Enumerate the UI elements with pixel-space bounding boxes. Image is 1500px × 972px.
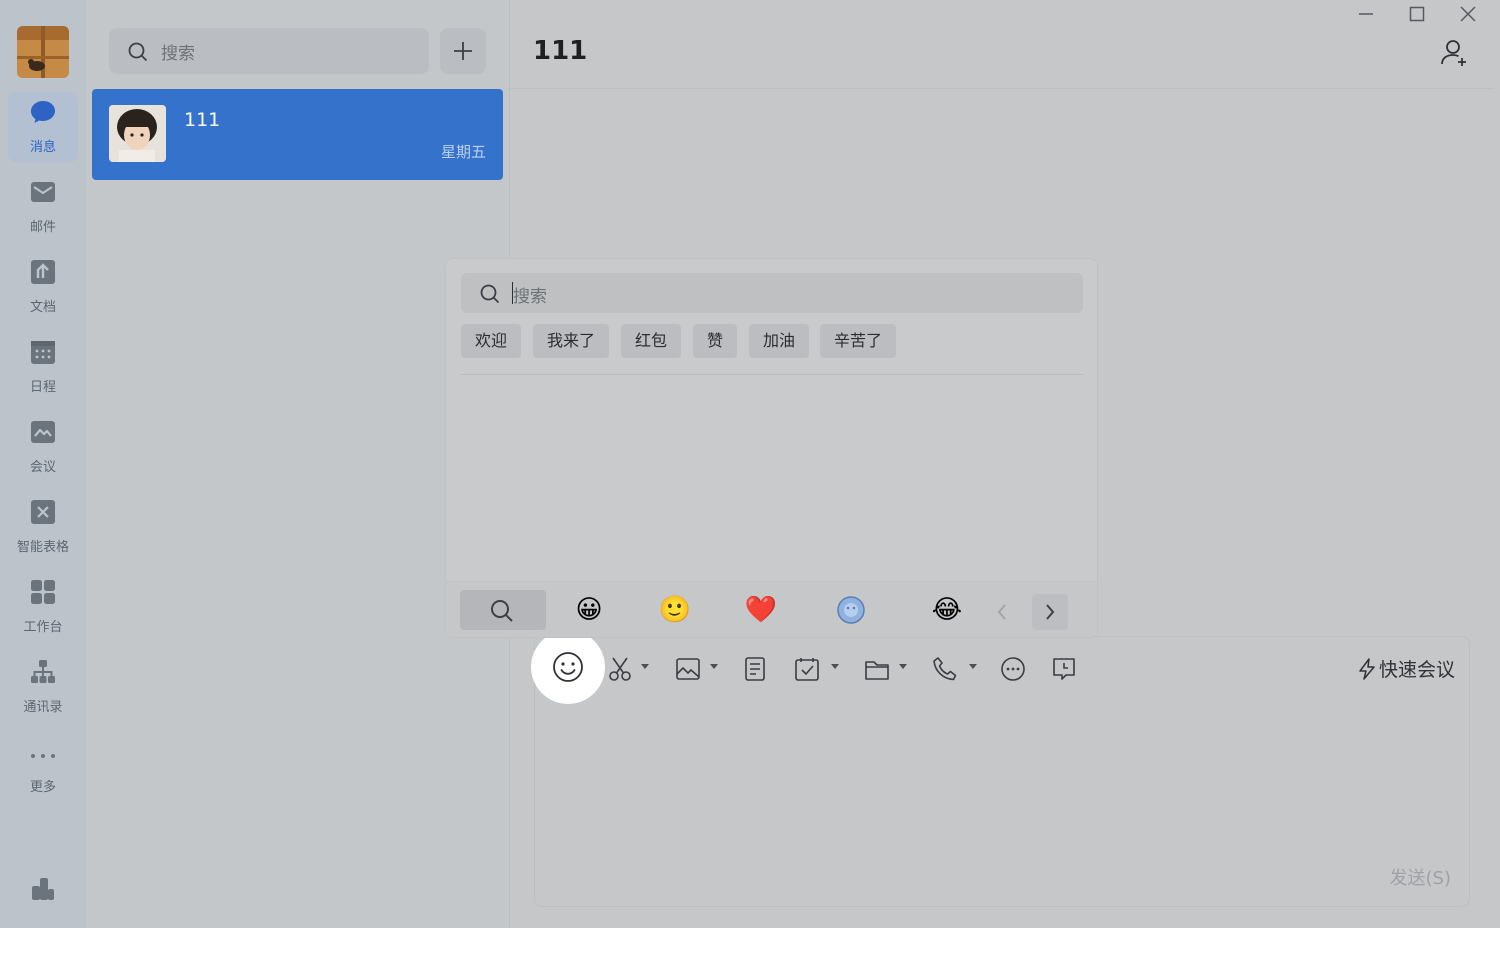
more-dots-icon bbox=[31, 754, 55, 758]
conversation-avatar bbox=[109, 105, 166, 162]
conversation-search-input[interactable]: 搜索 bbox=[109, 28, 429, 74]
quick-meeting-button[interactable]: 快速会议 bbox=[1357, 655, 1455, 682]
more-circle-icon[interactable] bbox=[999, 655, 1027, 683]
conversation-name: 111 bbox=[184, 109, 221, 131]
search-icon bbox=[491, 600, 513, 622]
sticker-pack-icon bbox=[837, 596, 865, 624]
nav-label-docs: 文档 bbox=[29, 300, 56, 315]
tabs-next-button[interactable] bbox=[1032, 594, 1068, 630]
maximize-icon[interactable] bbox=[1407, 4, 1427, 24]
minimize-icon[interactable] bbox=[1356, 4, 1376, 24]
tab-grinning-face[interactable]: 😀 bbox=[546, 590, 632, 630]
stats-chart-icon[interactable] bbox=[30, 876, 56, 902]
nav-label-calendar: 日程 bbox=[29, 380, 56, 395]
todo-check-icon[interactable] bbox=[793, 655, 821, 683]
chat-bubble-icon bbox=[31, 101, 55, 123]
nav-label-mail: 邮件 bbox=[29, 220, 56, 235]
document-file-icon[interactable] bbox=[741, 655, 769, 683]
chat-header: 111 bbox=[510, 0, 1494, 89]
conversation-item[interactable]: 111 星期五 bbox=[92, 89, 503, 180]
tab-slight-smile[interactable]: 🙂 bbox=[632, 590, 718, 630]
nav-rail: 消息 邮件 文档 日程 会议 智能表格 工作台 通讯录 更多 bbox=[0, 0, 86, 928]
nav-label-more: 更多 bbox=[29, 780, 56, 795]
image-icon[interactable] bbox=[674, 655, 702, 683]
tab-laughing-face[interactable]: 😂 bbox=[904, 590, 990, 630]
popup-divider bbox=[461, 374, 1083, 375]
meeting-icon bbox=[31, 421, 55, 443]
nav-item-mail[interactable]: 邮件 bbox=[8, 172, 78, 242]
search-icon bbox=[480, 284, 500, 304]
user-avatar[interactable] bbox=[17, 26, 69, 78]
emoji-sticker-popup: 搜索 欢迎 我来了 红包 赞 加油 辛苦了 😀 🙂 ❤️ 😂 bbox=[445, 258, 1098, 638]
sticker-search-input[interactable]: 搜索 bbox=[461, 273, 1083, 313]
history-clock-icon[interactable] bbox=[1050, 655, 1078, 683]
add-member-icon[interactable] bbox=[1440, 38, 1470, 68]
app-window: 消息 邮件 文档 日程 会议 智能表格 工作台 通讯录 更多 搜索 111 星期… bbox=[0, 0, 1500, 928]
tab-sticker-pack[interactable] bbox=[808, 590, 894, 630]
chip-welcome[interactable]: 欢迎 bbox=[461, 324, 522, 358]
folder-dropdown-caret[interactable] bbox=[899, 664, 907, 669]
slight-smile-icon: 🙂 bbox=[658, 595, 692, 625]
close-icon[interactable] bbox=[1458, 4, 1478, 24]
mail-icon bbox=[31, 182, 55, 202]
nav-label-workbench: 工作台 bbox=[23, 620, 63, 635]
folder-icon[interactable] bbox=[863, 655, 891, 683]
screenshot-dropdown-caret[interactable] bbox=[641, 664, 649, 669]
nav-item-meeting[interactable]: 会议 bbox=[8, 412, 78, 482]
laughing-face-icon: 😂 bbox=[931, 595, 963, 625]
nav-label-contacts: 通讯录 bbox=[23, 700, 63, 715]
nav-item-calendar[interactable]: 日程 bbox=[8, 332, 78, 402]
lightning-icon bbox=[1359, 658, 1375, 680]
calendar-icon bbox=[31, 341, 55, 364]
nav-item-more[interactable]: 更多 bbox=[8, 732, 78, 802]
sticker-category-tabs: 😀 🙂 ❤️ 😂 bbox=[446, 581, 1097, 637]
sticker-search-placeholder: 搜索 bbox=[513, 287, 547, 307]
chat-title: 111 bbox=[533, 36, 588, 66]
add-button[interactable] bbox=[440, 28, 486, 74]
tab-heart[interactable]: ❤️ bbox=[718, 590, 804, 630]
chip-red-packet[interactable]: 红包 bbox=[621, 324, 682, 358]
search-icon bbox=[128, 42, 148, 62]
nav-item-workbench[interactable]: 工作台 bbox=[8, 572, 78, 642]
phone-dropdown-caret[interactable] bbox=[969, 664, 977, 669]
smart-sheet-icon bbox=[31, 500, 55, 524]
heart-icon: ❤️ bbox=[744, 595, 778, 625]
emoji-button[interactable] bbox=[531, 630, 605, 704]
phone-icon[interactable] bbox=[931, 655, 959, 683]
chip-im-here[interactable]: 我来了 bbox=[533, 324, 610, 358]
conversation-time: 星期五 bbox=[440, 143, 486, 161]
tabs-prev-button[interactable] bbox=[984, 594, 1020, 630]
chevron-right-icon bbox=[1046, 604, 1055, 620]
screenshot-scissors-icon[interactable] bbox=[607, 655, 635, 683]
grinning-face-icon: 😀 bbox=[575, 595, 603, 625]
nav-label-meeting: 会议 bbox=[29, 460, 56, 475]
nav-label-messages: 消息 bbox=[29, 140, 56, 155]
document-icon bbox=[31, 260, 55, 284]
tab-search[interactable] bbox=[460, 590, 546, 630]
message-composer[interactable]: 快速会议 发送(S) bbox=[534, 636, 1470, 907]
chip-thanks-hard-work[interactable]: 辛苦了 bbox=[820, 324, 897, 358]
nav-item-smart-sheet[interactable]: 智能表格 bbox=[8, 492, 78, 562]
chip-cheer[interactable]: 加油 bbox=[749, 324, 810, 358]
image-dropdown-caret[interactable] bbox=[710, 664, 718, 669]
quick-meeting-label: 快速会议 bbox=[1378, 659, 1455, 681]
search-placeholder: 搜索 bbox=[161, 44, 195, 64]
smiley-icon bbox=[553, 652, 583, 682]
todo-dropdown-caret[interactable] bbox=[831, 664, 839, 669]
contacts-org-icon bbox=[31, 660, 55, 683]
nav-item-contacts[interactable]: 通讯录 bbox=[8, 652, 78, 722]
send-button[interactable]: 发送(S) bbox=[1390, 864, 1451, 890]
workbench-grid-icon bbox=[31, 580, 55, 604]
nav-item-messages[interactable]: 消息 bbox=[8, 92, 78, 162]
chip-like[interactable]: 赞 bbox=[693, 324, 738, 358]
nav-label-smart-sheet: 智能表格 bbox=[16, 540, 69, 555]
chevron-left-icon bbox=[997, 604, 1006, 620]
plus-icon bbox=[454, 42, 472, 60]
nav-item-docs[interactable]: 文档 bbox=[8, 252, 78, 322]
